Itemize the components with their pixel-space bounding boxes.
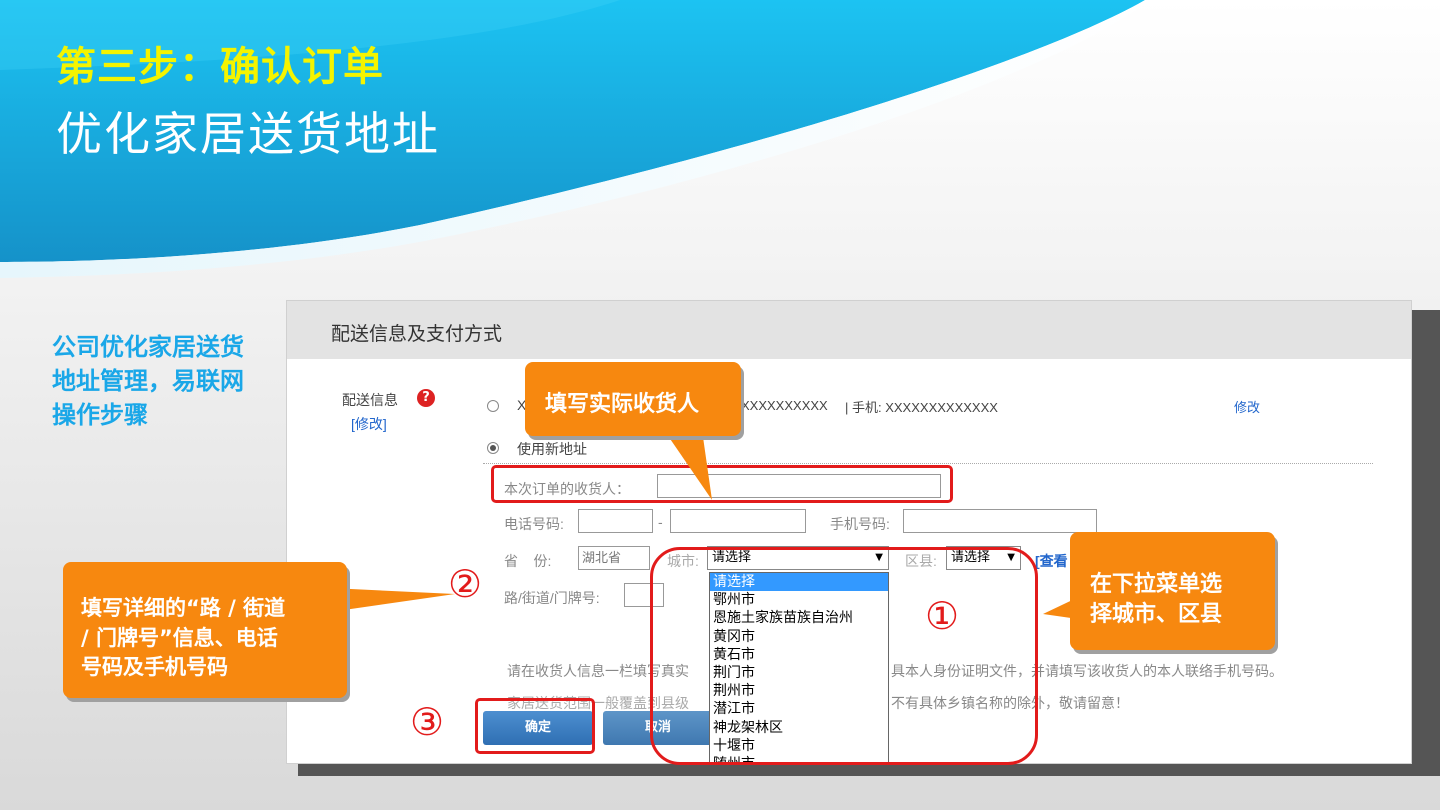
callout-receiver-text: 填写实际收货人: [545, 392, 700, 417]
callout-street-line-2: / 门牌号”信息、电话: [81, 626, 278, 650]
callout-street-line-3: 号码及手机号码: [81, 655, 228, 679]
callout-street: 填写详细的“路 / 街道 / 门牌号”信息、电话 号码及手机号码: [63, 562, 347, 698]
callout-street-line-1: 填写详细的“路 / 街道: [81, 596, 286, 620]
callout-city-line-2: 择城市、区县: [1090, 602, 1223, 627]
callout-city-line-1: 在下拉菜单选: [1090, 572, 1223, 597]
callout-city: 在下拉菜单选 择城市、区县: [1070, 532, 1275, 650]
callout-receiver: 填写实际收货人: [525, 362, 741, 436]
